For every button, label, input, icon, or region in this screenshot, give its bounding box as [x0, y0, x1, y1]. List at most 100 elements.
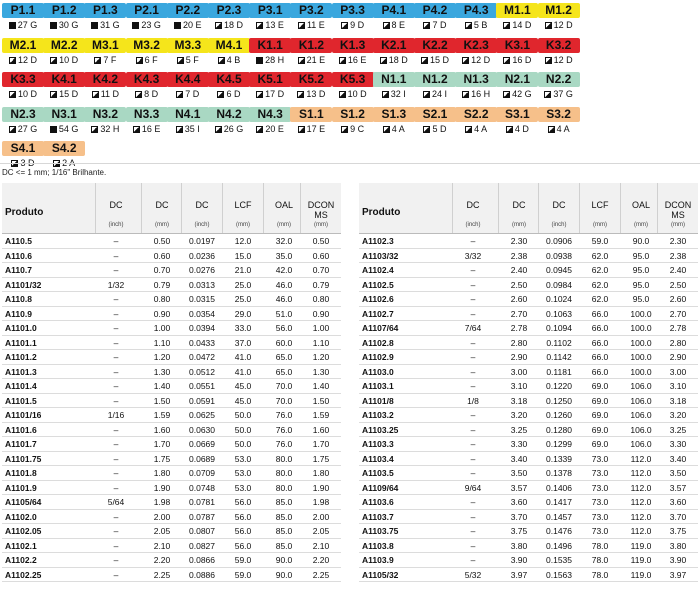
- cell-value: 59.0: [591, 236, 609, 246]
- cell-value: 85.0: [275, 497, 293, 507]
- chip-code: M3.3: [166, 37, 209, 53]
- chip-value: 4 A: [556, 123, 570, 134]
- cell-value: 112.0: [630, 497, 652, 507]
- triangle-marker-icon: [176, 56, 184, 64]
- cell-value: 106.0: [630, 381, 652, 391]
- chip-value: 30 G: [58, 20, 79, 30]
- cell-value: 56.0: [234, 511, 252, 522]
- chip-value-line: 21 E: [290, 53, 332, 67]
- chip-value: 42 G: [512, 89, 532, 99]
- material-chip: K2.2 15 D: [414, 37, 456, 69]
- product-code: A1103.2: [362, 410, 394, 420]
- table-row: A110.8 – 0.80 0.0315 25.0 46.0 0.80: [2, 292, 341, 307]
- cell-value: 50.0: [234, 424, 252, 435]
- chip-code: S4.2: [43, 141, 86, 156]
- product-code: A110.7: [5, 265, 32, 275]
- cell-value: 2.05: [153, 526, 171, 536]
- chip-code: N3.1: [43, 106, 86, 122]
- cell-value: 9/64: [464, 482, 482, 493]
- table-row: A1103.1 – 3.10 0.1220 69.0 106.0 3.10: [359, 379, 698, 394]
- cell-value: 76.0: [275, 424, 293, 435]
- product-code: A110.8: [5, 294, 32, 304]
- triangle-marker-icon: [423, 22, 431, 29]
- cell-value: –: [470, 540, 476, 551]
- cell-value: 1.30: [312, 366, 330, 377]
- material-chip: K1.2 21 E: [290, 37, 333, 69]
- cell-value: 42.0: [275, 265, 293, 275]
- table-row: A1103.25 – 3.25 0.1280 69.0 106.0 3.25: [359, 423, 698, 437]
- cell-value: 25.0: [234, 279, 252, 290]
- product-code: A1103.0: [362, 366, 394, 377]
- chip-value: 23 G: [141, 20, 161, 30]
- chip-value: 5 D: [432, 123, 447, 134]
- cell-value: 65.0: [275, 366, 293, 377]
- chip-code: S1.2: [331, 106, 374, 122]
- cell-value: 1.50: [312, 395, 330, 406]
- product-code: A1105/32: [362, 569, 399, 580]
- material-chip: K2.3 12 D: [455, 37, 498, 69]
- col-unit: (mm): [634, 222, 648, 228]
- chip-value-line: 17 E: [290, 122, 332, 136]
- cell-value: 3.10: [669, 381, 687, 391]
- cell-value: 3.70: [669, 511, 687, 522]
- material-chip: M1.2 12 D: [537, 3, 580, 34]
- col-unit: (inch): [465, 222, 481, 228]
- cell-value: 76.0: [275, 439, 293, 449]
- chip-code: P2.3: [208, 3, 250, 18]
- cell-value: 100.0: [630, 366, 652, 377]
- cell-value: 112.0: [630, 526, 652, 536]
- cell-value: 0.0866: [189, 555, 215, 565]
- chip-value-line: 30 G: [43, 18, 85, 32]
- table-row: A1101.2 – 1.20 0.0472 41.0 65.0 1.20: [2, 350, 341, 365]
- chip-value: 5 F: [185, 54, 199, 65]
- chip-value-line: 17 D: [249, 87, 291, 101]
- cell-value: 1.98: [312, 497, 330, 507]
- col-header: LCF: [591, 200, 609, 210]
- cell-value: 0.0197: [189, 236, 215, 246]
- cell-value: 2.70: [669, 308, 687, 319]
- cell-value: 2.25: [312, 569, 330, 580]
- cell-value: 0.0512: [189, 366, 215, 377]
- cell-value: 0.60: [312, 250, 330, 261]
- table-row: A1101.75 – 1.75 0.0689 53.0 80.0 1.75: [2, 452, 341, 466]
- table-row: A1102.5 – 2.50 0.0984 62.0 95.0 2.50: [359, 278, 698, 292]
- material-chip: P4.2 7 D: [414, 3, 456, 34]
- cell-value: 0.90: [153, 308, 171, 319]
- table-row: A110.7 – 0.70 0.0276 21.0 42.0 0.70: [2, 263, 341, 278]
- triangle-marker-icon: [176, 91, 184, 98]
- product-code: A1102.0: [5, 511, 37, 522]
- cell-value: 45.0: [234, 395, 252, 406]
- product-code: A1101.8: [5, 468, 37, 478]
- table-row: A110.5 – 0.50 0.0197 12.0 32.0 0.50: [2, 234, 341, 249]
- square-marker-icon: [8, 22, 16, 29]
- material-chip: N4.3 20 E: [249, 106, 292, 138]
- material-chip: M2.1 12 D: [2, 37, 44, 69]
- cell-value: 66.0: [591, 352, 609, 362]
- cell-value: 62.0: [591, 279, 609, 290]
- square-marker-icon: [174, 22, 182, 29]
- cell-value: 0.79: [153, 279, 171, 290]
- col-unit: (mm): [236, 222, 250, 228]
- material-chip: N3.1 54 G: [43, 106, 86, 138]
- material-chip: K4.1 15 D: [43, 72, 86, 103]
- material-chip: S3.1 4 D: [496, 106, 539, 138]
- cell-value: –: [470, 555, 476, 565]
- chip-code: K4.4: [166, 72, 209, 87]
- square-marker-icon: [256, 56, 264, 64]
- cell-value: 1.90: [153, 482, 171, 493]
- triangle-marker-icon: [217, 91, 225, 98]
- material-chip: N4.2 26 G: [208, 106, 250, 138]
- cell-value: 0.0276: [189, 265, 215, 275]
- material-chip: P2.1 23 G: [125, 3, 168, 34]
- cell-value: 62.0: [591, 265, 609, 275]
- cell-value: 1.40: [312, 381, 330, 391]
- chip-value: 15 D: [429, 54, 449, 65]
- cell-value: 0.0689: [189, 453, 215, 464]
- material-chip: N1.2 24 I: [414, 72, 456, 103]
- triangle-marker-icon: [503, 56, 511, 64]
- chip-value: 8 E: [391, 20, 406, 30]
- cell-value: –: [470, 236, 476, 246]
- chip-value-line: 10 D: [43, 53, 85, 67]
- material-chip: K4.5 6 D: [208, 72, 250, 103]
- cell-value: 1.70: [312, 439, 330, 449]
